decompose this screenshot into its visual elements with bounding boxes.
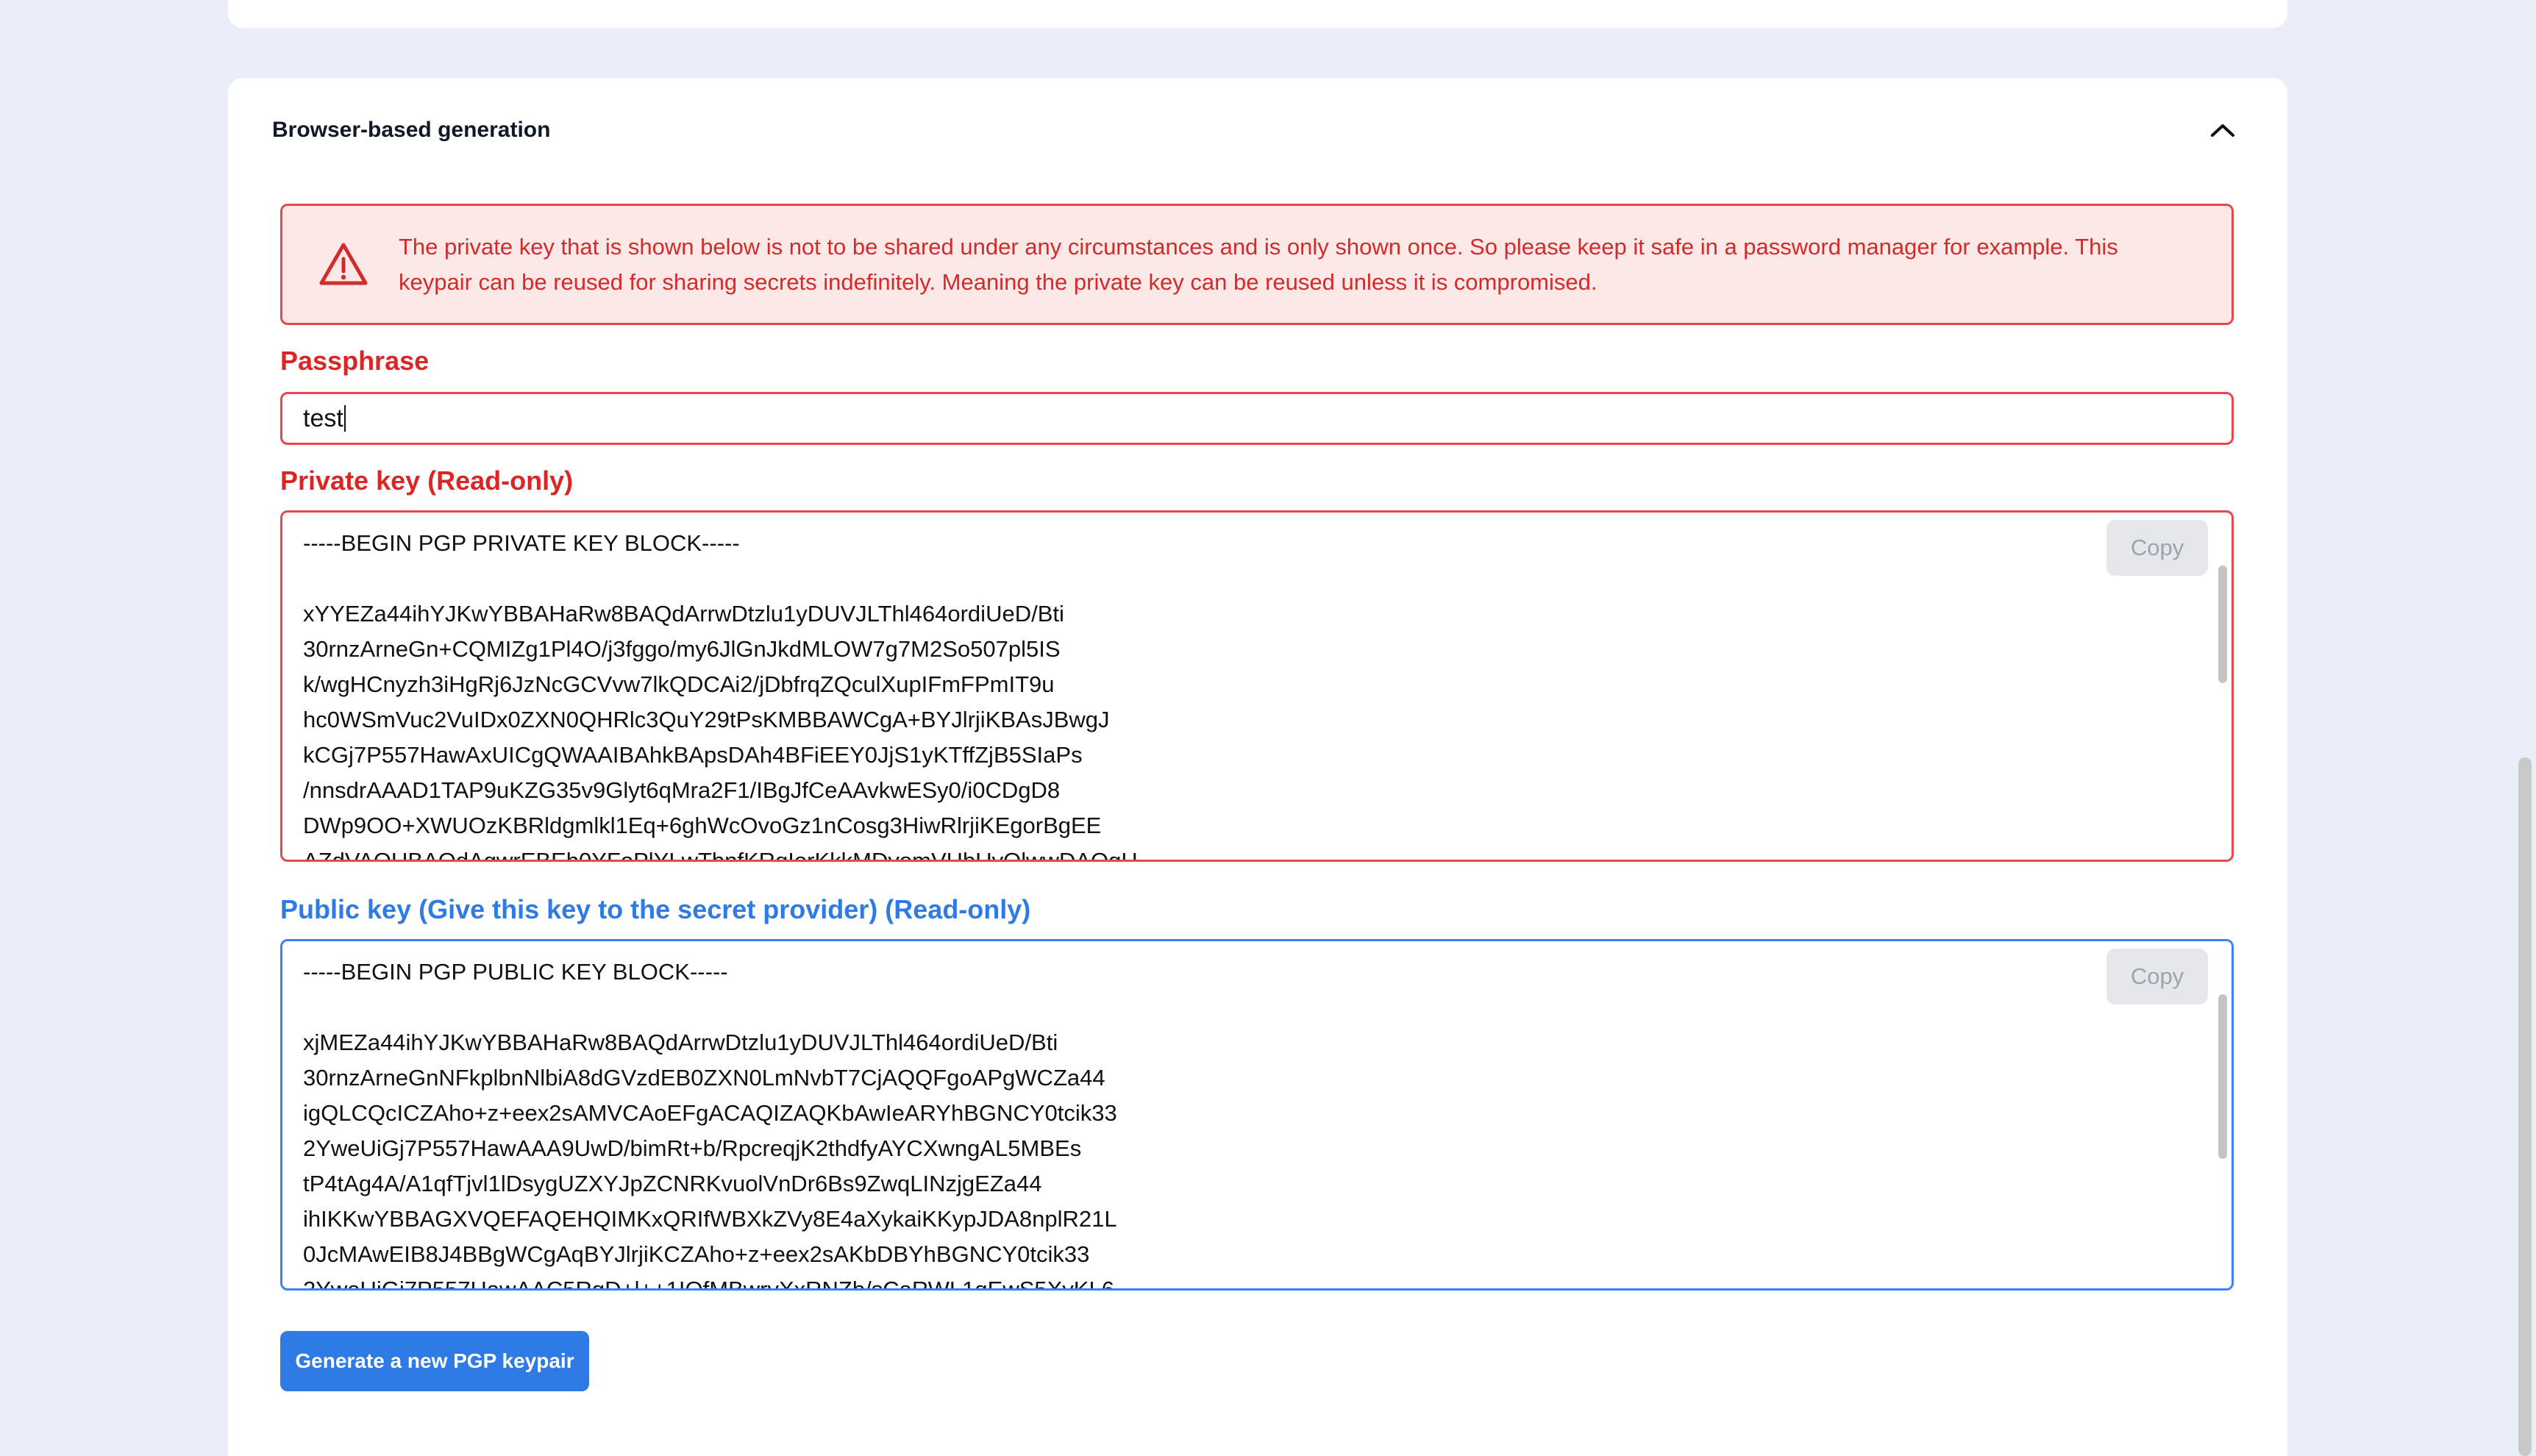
passphrase-value: test <box>303 404 343 432</box>
browser-generation-card: Browser-based generation The private key… <box>228 78 2287 1456</box>
public-key-scrollbar[interactable] <box>2218 994 2227 1159</box>
private-key-label: Private key (Read-only) <box>280 465 574 496</box>
previous-card <box>228 0 2287 28</box>
private-key-text: -----BEGIN PGP PRIVATE KEY BLOCK----- xY… <box>303 530 1138 862</box>
private-key-textarea[interactable]: -----BEGIN PGP PRIVATE KEY BLOCK----- xY… <box>280 510 2234 862</box>
public-key-label: Public key (Give this key to the secret … <box>280 894 1031 924</box>
public-key-textarea[interactable]: -----BEGIN PGP PUBLIC KEY BLOCK----- xjM… <box>280 939 2234 1291</box>
page-scrollbar[interactable] <box>2518 757 2532 1456</box>
warning-alert: The private key that is shown below is n… <box>280 204 2234 325</box>
passphrase-input[interactable]: test <box>280 392 2234 445</box>
text-caret <box>343 405 346 432</box>
alert-text: The private key that is shown below is n… <box>399 233 2118 295</box>
warning-triangle-icon <box>319 243 368 285</box>
card-title: Browser-based generation <box>272 118 551 142</box>
private-key-scrollbar[interactable] <box>2218 565 2227 683</box>
public-key-text: -----BEGIN PGP PUBLIC KEY BLOCK----- xjM… <box>303 959 1117 1291</box>
card-header[interactable]: Browser-based generation <box>272 110 2243 150</box>
copy-private-key-button[interactable]: Copy <box>2106 520 2208 576</box>
generate-keypair-button[interactable]: Generate a new PGP keypair <box>280 1331 589 1391</box>
page: Browser-based generation The private key… <box>0 0 2536 1456</box>
passphrase-label: Passphrase <box>280 346 430 376</box>
copy-public-key-button[interactable]: Copy <box>2106 949 2208 1004</box>
chevron-up-icon[interactable] <box>2202 110 2243 151</box>
